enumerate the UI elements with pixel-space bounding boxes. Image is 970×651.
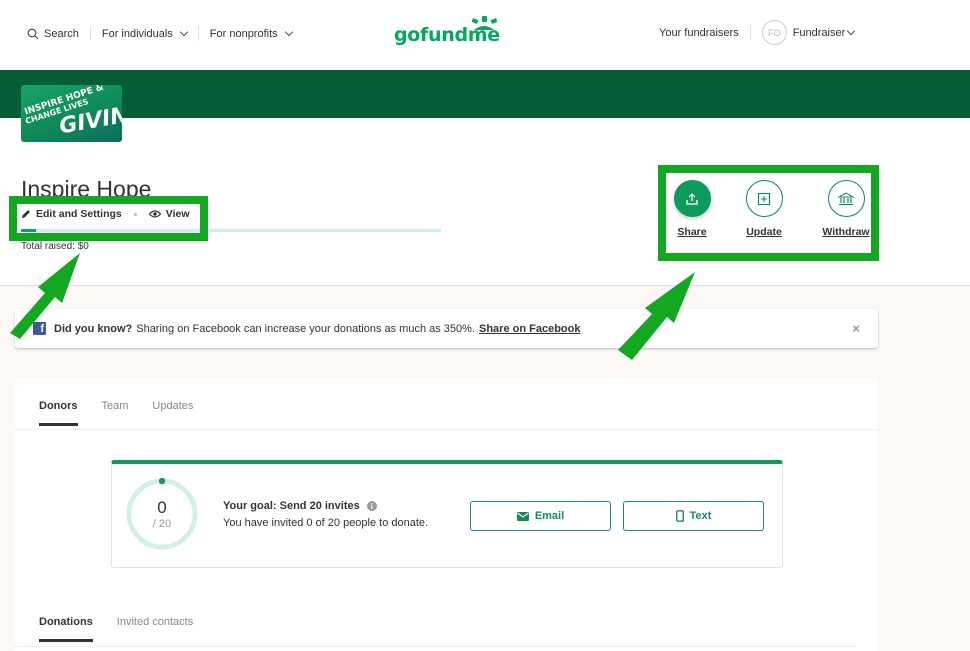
facebook-icon: f [33,322,46,335]
search-icon [27,28,39,39]
notice-heading: Did you know? [54,322,133,335]
tab-updates[interactable]: Updates [152,400,193,426]
gofundme-logo[interactable]: gofundme [394,16,500,46]
card-tabs: Donors Team Updates [39,400,217,426]
top-navigation: Search For individuals For nonprofits go… [0,0,970,70]
mobile-phone-icon [675,510,684,522]
your-fundraisers-link[interactable]: Your fundraisers [659,27,739,39]
fundraising-progress-bar [21,229,441,232]
nav-left: Search For individuals For nonprofits [27,26,293,41]
facebook-tip-notice: f Did you know? Sharing on Facebook can … [15,309,878,348]
goal-title: Your goal: Send 20 invites [223,500,360,512]
nav-for-individuals[interactable]: For individuals [101,27,189,40]
pencil-icon [22,210,30,218]
campaign-actions: Share Update Withdraw [673,180,876,238]
nav-right: Your fundraisers FO Fundraiser [659,20,856,45]
share-circle [673,180,711,217]
view-label: View [165,208,190,220]
tabs-divider [15,429,878,430]
tab-invited-contacts[interactable]: Invited contacts [117,616,193,642]
withdraw-circle [827,180,865,217]
share-label: Share [677,226,707,238]
update-circle [745,180,783,217]
close-icon[interactable]: × [852,321,860,336]
chevron-down-icon[interactable] [847,26,856,35]
invite-total: / 20 [152,517,172,530]
total-raised: Total raised: $0 [21,241,89,252]
text-button-label: Text [689,510,712,522]
logo-sun-icon [471,16,498,30]
email-invite-button[interactable]: Email [470,501,611,531]
subtabs-divider [15,646,855,647]
share-upload-icon [686,192,698,205]
tab-donors[interactable]: Donors [39,400,78,426]
withdraw-label: Withdraw [822,226,870,238]
edit-settings-link[interactable]: Edit and Settings [21,208,122,220]
email-button-label: Email [534,510,565,522]
donations-tabs: Donations Invited contacts [39,616,217,642]
view-link[interactable]: View [148,208,190,220]
nav-divider [749,25,751,40]
avatar[interactable]: FO [761,20,787,45]
info-icon[interactable]: i [366,501,377,511]
nav-for-nonprofits-label: For nonprofits [209,27,278,40]
search-label: Search [44,27,79,40]
text-invite-button[interactable]: Text [623,501,764,531]
goal-description: Your goal: Send 20 invites i You have in… [223,500,428,529]
update-label: Update [746,226,782,238]
tab-donations[interactable]: Donations [39,616,93,642]
chevron-down-icon [179,27,189,36]
eye-icon [148,210,161,218]
campaign-banner [0,70,970,118]
goal-subtitle: You have invited 0 of 20 people to donat… [223,517,429,529]
goal-title-row: Your goal: Send 20 invites i [223,500,428,512]
campaign-title: Inspire Hope [21,176,152,202]
tab-team[interactable]: Team [102,400,129,426]
link-separator [133,212,137,216]
ring-label: 0 / 20 [124,476,200,552]
campaign-links: Edit and Settings View [21,208,190,220]
nav-for-nonprofits[interactable]: For nonprofits [209,27,293,40]
invite-goal-box: 0 / 20 Your goal: Send 20 invites i You … [111,460,783,568]
chevron-down-icon [284,27,293,36]
user-menu[interactable]: Fundraiser [793,27,846,39]
notice-text: Sharing on Facebook can increase your do… [136,322,475,335]
share-button[interactable]: Share [673,180,711,238]
envelope-icon [516,511,529,521]
nav-for-individuals-label: For individuals [101,27,173,40]
plus-square-icon [757,192,771,205]
search-button[interactable]: Search [27,28,79,40]
nav-divider [197,26,199,41]
donors-card: Donors Team Updates 0 / 20 Your goal: Se… [15,378,878,651]
invite-count: 0 [157,497,167,517]
update-button[interactable]: Update [745,180,783,238]
nav-divider [89,26,91,41]
share-on-facebook-link[interactable]: Share on Facebook [479,323,580,335]
bank-icon [838,191,854,205]
fundraising-progress-fill [21,229,36,232]
edit-settings-label: Edit and Settings [36,208,122,220]
campaign-cover-image: INSPIRE HOPE & CHANGE LIVES GIVING [21,85,122,142]
withdraw-button[interactable]: Withdraw [816,180,876,238]
